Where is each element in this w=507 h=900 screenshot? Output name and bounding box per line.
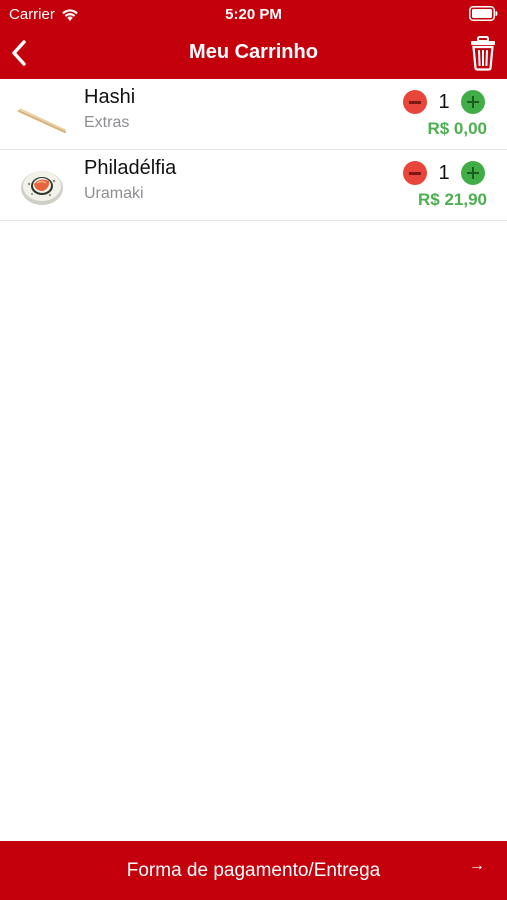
cart-list: Hashi Extras 1 R$ 0,00 Philadélfia Urama… — [0, 79, 507, 221]
cart-item-philadelfia[interactable]: Philadélfia Uramaki 1 R$ 21,90 — [0, 150, 507, 221]
nav-bar: Meu Carrinho — [0, 28, 507, 79]
trash-icon — [471, 36, 495, 71]
item-category: Uramaki — [84, 185, 144, 202]
status-bar: Carrier 5:20 PM — [0, 0, 507, 28]
item-price: R$ 0,00 — [427, 119, 487, 138]
increase-quantity-button[interactable] — [461, 90, 485, 114]
cart-item-hashi[interactable]: Hashi Extras 1 R$ 0,00 — [0, 79, 507, 150]
sushi-roll-image — [21, 171, 63, 205]
item-name: Hashi — [84, 86, 136, 108]
top-bar: Carrier 5:20 PM Meu Carrinho — [0, 0, 507, 79]
quantity-stepper: 1 — [403, 90, 485, 114]
battery-icon — [469, 6, 498, 21]
payment-delivery-label: Forma de pagamento/Entrega — [126, 860, 381, 881]
decrease-quantity-button[interactable] — [403, 90, 427, 114]
item-price: R$ 21,90 — [418, 190, 487, 209]
cart-screen: Carrier 5:20 PM Meu Carrinho Hashi Extra… — [0, 0, 507, 900]
item-name: Philadélfia — [84, 157, 177, 179]
quantity-value: 1 — [438, 162, 450, 184]
page-title: Meu Carrinho — [189, 41, 318, 63]
quantity-value: 1 — [438, 91, 450, 113]
item-category: Extras — [84, 114, 130, 131]
quantity-stepper: 1 — [403, 161, 485, 185]
increase-quantity-button[interactable] — [461, 161, 485, 185]
payment-delivery-button[interactable]: Forma de pagamento/Entrega → — [0, 841, 507, 900]
decrease-quantity-button[interactable] — [403, 161, 427, 185]
arrow-right-icon: → — [469, 857, 485, 874]
status-time: 5:20 PM — [225, 6, 282, 23]
clear-cart-button[interactable] — [469, 35, 497, 71]
chopsticks-image — [17, 108, 67, 134]
